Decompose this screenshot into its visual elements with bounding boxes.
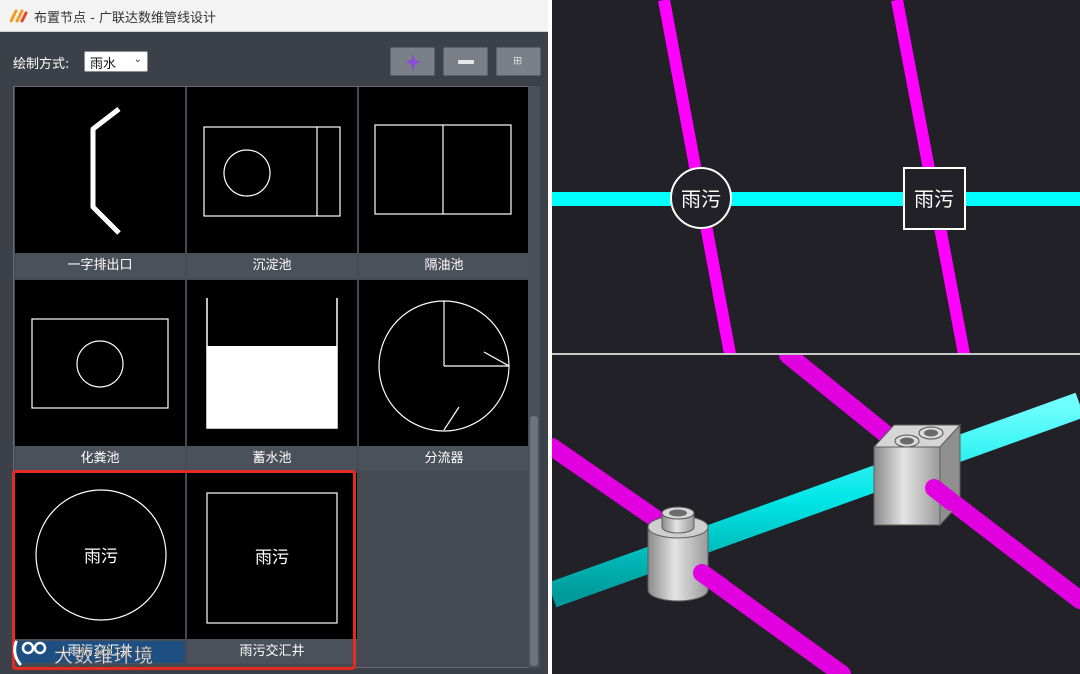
node-item-septic-tank[interactable]: 化粪池 bbox=[15, 280, 185, 471]
square-well-3d[interactable] bbox=[872, 423, 962, 527]
node-item-outlet[interactable]: 一字排出口 bbox=[15, 87, 185, 278]
node-item-reservoir[interactable]: 蓄水池 bbox=[187, 280, 357, 471]
place-node-dialog: 布置节点 - 广联达数维管线设计 绘制方式: 雨水 ⌄ ⊞ 一字排出口 沉淀池 … bbox=[0, 0, 548, 674]
sewage-pipe-3d bbox=[693, 564, 731, 596]
draw-mode-label: 绘制方式: bbox=[13, 57, 70, 72]
well-label: 雨污 bbox=[914, 187, 954, 211]
well-label: 雨污 bbox=[681, 187, 721, 211]
toolbar: 绘制方式: 雨水 ⌄ ⊞ bbox=[0, 32, 548, 86]
remove-node-button[interactable] bbox=[443, 47, 488, 76]
app-logo-icon bbox=[10, 9, 28, 23]
round-well-3d[interactable] bbox=[647, 506, 709, 602]
watermark-text: 大数维环境 bbox=[54, 645, 155, 668]
sedimentation-tank-symbol bbox=[187, 87, 357, 253]
node-item-splitter[interactable]: 分流器 bbox=[359, 280, 529, 471]
node-label: 蓄水池 bbox=[252, 451, 292, 466]
node-label: 化粪池 bbox=[80, 451, 120, 466]
square-well-marker[interactable]: 雨污 bbox=[903, 167, 966, 230]
sewage-pipe-3d bbox=[552, 438, 671, 532]
screenshot-root: 布置节点 - 广联达数维管线设计 绘制方式: 雨水 ⌄ ⊞ 一字排出口 沉淀池 … bbox=[0, 0, 1080, 674]
model-3d-view bbox=[552, 355, 1080, 674]
add-node-button[interactable] bbox=[390, 47, 435, 76]
highlight-box bbox=[12, 470, 356, 670]
window-title: 布置节点 - 广联达数维管线设计 bbox=[34, 11, 216, 26]
title-bar: 布置节点 - 广联达数维管线设计 bbox=[0, 0, 548, 32]
chevron-down-icon: ⌄ bbox=[133, 54, 142, 65]
sewage-pipe-3d bbox=[925, 479, 961, 511]
splitter-symbol bbox=[359, 280, 529, 446]
node-label: 分流器 bbox=[424, 451, 464, 466]
node-label: 一字排出口 bbox=[67, 258, 133, 273]
node-item-grease-trap[interactable]: 隔油池 bbox=[359, 87, 529, 278]
outlet-symbol bbox=[15, 87, 185, 253]
round-well-marker[interactable]: 雨污 bbox=[670, 167, 732, 229]
grid-view-button[interactable]: ⊞ bbox=[496, 47, 541, 76]
sewage-pipe-3d bbox=[779, 355, 896, 444]
reservoir-symbol bbox=[187, 280, 357, 446]
node-item-sedimentation-tank[interactable]: 沉淀池 bbox=[187, 87, 357, 278]
watermark-logo-icon bbox=[13, 640, 47, 666]
septic-tank-symbol bbox=[15, 280, 185, 446]
grease-trap-symbol bbox=[359, 87, 529, 253]
grid-view-icon: ⊞ bbox=[513, 54, 523, 67]
node-label: 沉淀池 bbox=[252, 258, 292, 273]
minus-icon bbox=[458, 60, 474, 64]
node-label: 隔油池 bbox=[424, 258, 464, 273]
draw-mode-value: 雨水 bbox=[90, 57, 117, 72]
gallery-scrollbar[interactable] bbox=[528, 86, 540, 668]
draw-mode-select[interactable]: 雨水 ⌄ bbox=[84, 51, 148, 72]
plan-view: 雨污 雨污 bbox=[552, 0, 1080, 354]
scrollbar-thumb[interactable] bbox=[530, 416, 538, 666]
add-node-icon bbox=[405, 54, 421, 71]
